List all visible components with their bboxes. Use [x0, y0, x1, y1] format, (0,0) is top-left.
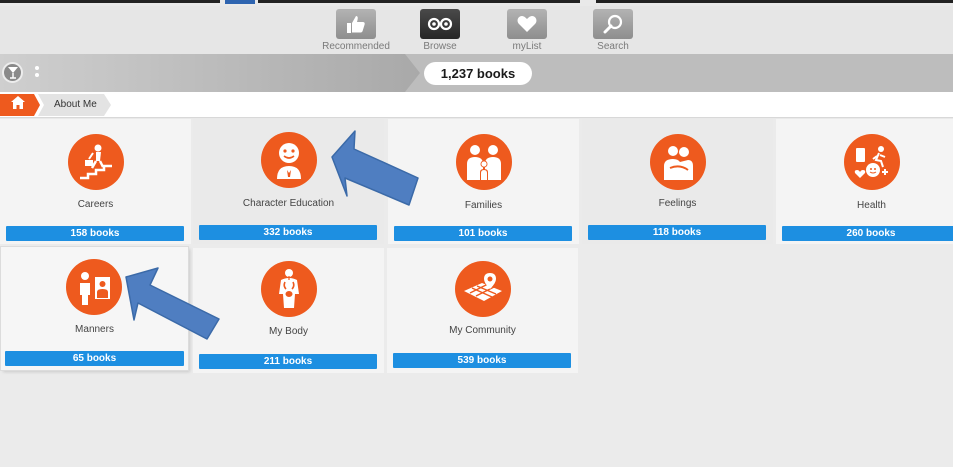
heart-icon [507, 9, 547, 39]
category-tile-my-body[interactable]: My Body 211 books [193, 248, 384, 373]
category-book-count: 260 books [782, 226, 953, 241]
category-grid: Careers 158 books Character Education 33… [0, 119, 953, 467]
manners-icon [65, 259, 122, 315]
category-label: Feelings [658, 198, 697, 209]
nav-label: myList [512, 41, 542, 52]
nav-browse[interactable]: Browse [400, 9, 480, 52]
families-icon [455, 134, 512, 190]
category-book-count: 101 books [394, 226, 572, 241]
category-label: Careers [77, 199, 114, 210]
home-icon [11, 96, 25, 114]
category-book-count: 539 books [393, 353, 571, 368]
category-book-count: 65 books [5, 351, 184, 366]
nav-label: Search [597, 41, 629, 52]
thumbs-up-icon [336, 9, 376, 39]
logo-icon[interactable] [2, 62, 23, 83]
category-label: Health [857, 200, 886, 211]
category-book-count: 332 books [199, 225, 377, 240]
more-options-icon[interactable] [35, 66, 39, 80]
category-tile-character-education[interactable]: Character Education 332 books [193, 119, 384, 244]
careers-icon [67, 134, 124, 190]
nav-label: Recommended [322, 41, 390, 52]
top-navigation: Recommended Browse myList Search [0, 6, 953, 54]
category-tile-families[interactable]: Families 101 books [388, 119, 579, 244]
breadcrumb-current[interactable]: About Me [38, 94, 111, 116]
category-label: My Body [269, 326, 308, 337]
category-tile-my-community[interactable]: My Community 539 books [387, 248, 578, 373]
magnifier-icon [593, 9, 633, 39]
app-window: Recommended Browse myList Search 1,237 b… [0, 0, 953, 467]
total-book-count: 1,237 books [424, 62, 532, 85]
nav-label: Browse [423, 41, 457, 52]
category-book-count: 211 books [199, 354, 377, 369]
my-body-icon [260, 261, 317, 317]
category-tile-health[interactable]: Health 260 books [776, 119, 953, 244]
category-label: Character Education [242, 198, 335, 209]
feelings-icon [649, 134, 706, 190]
character-education-icon [260, 132, 317, 188]
toolbar-arrow-panel [0, 54, 420, 92]
nav-mylist[interactable]: myList [487, 9, 567, 52]
category-tile-careers[interactable]: Careers 158 books [0, 119, 191, 244]
home-crumb[interactable] [0, 94, 40, 116]
category-book-count: 118 books [588, 225, 766, 240]
category-tile-feelings[interactable]: Feelings 118 books [582, 119, 773, 244]
category-tile-manners[interactable]: Manners 65 books [1, 247, 188, 370]
category-label: Families [464, 200, 503, 211]
category-label: My Community [449, 325, 516, 336]
nav-search[interactable]: Search [573, 9, 653, 52]
nav-recommended[interactable]: Recommended [316, 9, 396, 52]
breadcrumb: About Me [0, 92, 953, 118]
category-label: Manners [75, 324, 114, 335]
my-community-icon [454, 261, 511, 317]
category-book-count: 158 books [6, 226, 184, 241]
glasses-icon [420, 9, 460, 39]
health-icon [843, 134, 900, 190]
toolbar: 1,237 books [0, 54, 953, 92]
